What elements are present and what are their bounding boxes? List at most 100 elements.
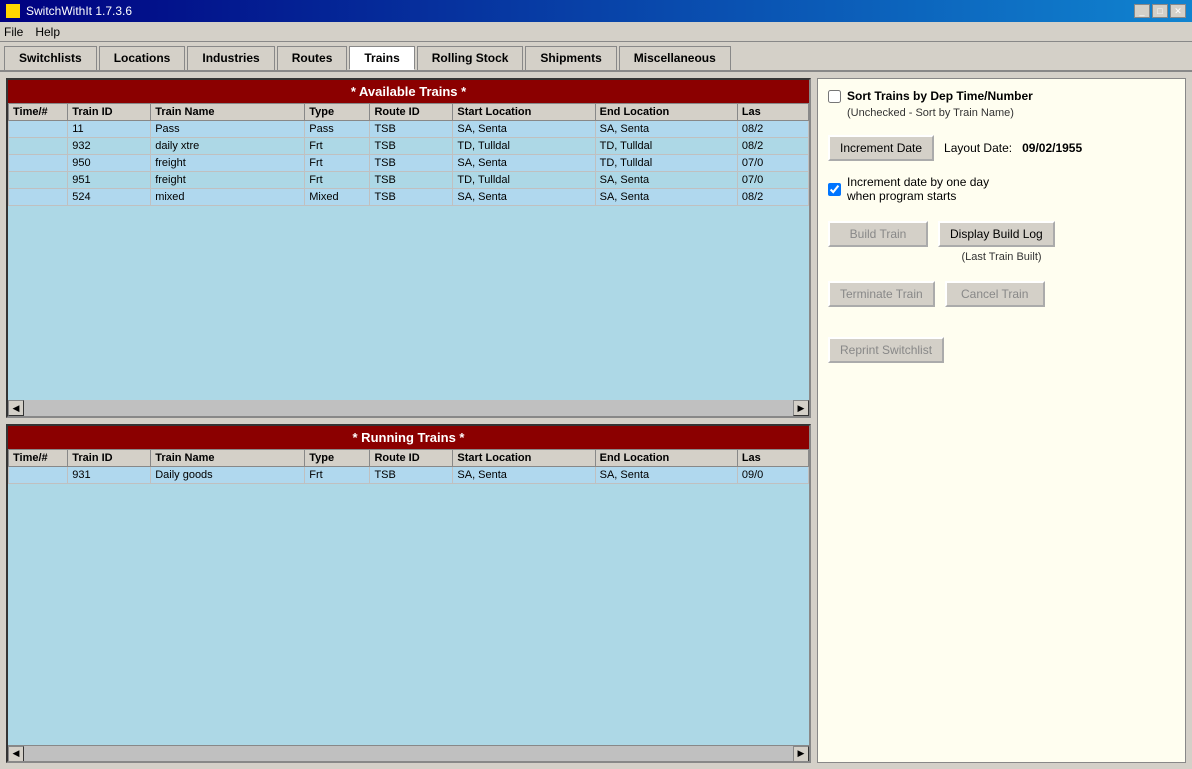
col-trainid-avail: Train ID: [68, 104, 151, 121]
avail-cell-3-0: [9, 172, 68, 189]
avail-cell-4-5: SA, Senta: [453, 189, 595, 206]
col-trainname-avail: Train Name: [151, 104, 305, 121]
tab-switchlists[interactable]: Switchlists: [4, 46, 97, 70]
available-trains-header: * Available Trains *: [8, 80, 809, 103]
scroll-right-avail[interactable]: ▶: [793, 400, 809, 416]
available-trains-table: Time/# Train ID Train Name Type Route ID…: [8, 103, 809, 206]
scroll-left-avail[interactable]: ◀: [8, 400, 24, 416]
avail-cell-0-6: SA, Senta: [595, 121, 737, 138]
avail-cell-1-1: 932: [68, 138, 151, 155]
avail-cell-1-6: TD, Tulldal: [595, 138, 737, 155]
avail-cell-2-4: TSB: [370, 155, 453, 172]
available-train-row[interactable]: 524mixedMixedTSBSA, SentaSA, Senta08/2: [9, 189, 809, 206]
avail-cell-4-4: TSB: [370, 189, 453, 206]
minimize-button[interactable]: _: [1134, 4, 1150, 18]
avail-cell-0-7: 08/2: [737, 121, 808, 138]
avail-cell-1-2: daily xtre: [151, 138, 305, 155]
scroll-right-run[interactable]: ▶: [793, 746, 809, 762]
left-panel: * Available Trains * Time/# Train ID Tra…: [6, 78, 811, 763]
tab-locations[interactable]: Locations: [99, 46, 186, 70]
run-cell-0-4: TSB: [370, 466, 453, 483]
layout-date-label: Layout Date:: [944, 141, 1012, 155]
run-cell-0-3: Frt: [305, 466, 370, 483]
avail-cell-4-7: 08/2: [737, 189, 808, 206]
running-train-row[interactable]: 931Daily goodsFrtTSBSA, SentaSA, Senta09…: [9, 466, 809, 483]
available-trains-scrollbar: ◀ ▶: [8, 400, 809, 416]
run-cell-0-2: Daily goods: [151, 466, 305, 483]
cancel-train-button[interactable]: Cancel Train: [945, 281, 1045, 307]
col-trainname-run: Train Name: [151, 449, 305, 466]
run-cell-0-6: SA, Senta: [595, 466, 737, 483]
tab-miscellaneous[interactable]: Miscellaneous: [619, 46, 731, 70]
scroll-track-run[interactable]: [24, 746, 793, 762]
col-startloc-run: Start Location: [453, 449, 595, 466]
run-cell-0-1: 931: [68, 466, 151, 483]
reprint-row: Reprint Switchlist: [828, 337, 1175, 363]
tab-shipments[interactable]: Shipments: [525, 46, 616, 70]
available-train-row[interactable]: 950freightFrtTSBSA, SentaTD, Tulldal07/0: [9, 155, 809, 172]
avail-cell-0-3: Pass: [305, 121, 370, 138]
menu-bar: File Help: [0, 22, 1192, 42]
available-trains-table-wrapper[interactable]: Time/# Train ID Train Name Type Route ID…: [8, 103, 809, 400]
build-section: Build Train Display Build Log (Last Trai…: [828, 213, 1175, 263]
avail-cell-2-3: Frt: [305, 155, 370, 172]
col-routeid-run: Route ID: [370, 449, 453, 466]
avail-cell-1-3: Frt: [305, 138, 370, 155]
build-train-button[interactable]: Build Train: [828, 221, 928, 247]
increment-row: Increment Date Layout Date: 09/02/1955: [828, 135, 1175, 161]
avail-cell-1-7: 08/2: [737, 138, 808, 155]
increment-date-button[interactable]: Increment Date: [828, 135, 934, 161]
menu-file[interactable]: File: [4, 25, 23, 39]
running-trains-table-wrapper[interactable]: Time/# Train ID Train Name Type Route ID…: [8, 449, 809, 746]
avail-cell-4-2: mixed: [151, 189, 305, 206]
avail-cell-0-5: SA, Senta: [453, 121, 595, 138]
maximize-button[interactable]: □: [1152, 4, 1168, 18]
avail-cell-3-2: freight: [151, 172, 305, 189]
tab-bar: Switchlists Locations Industries Routes …: [0, 42, 1192, 72]
run-cell-0-0: [9, 466, 68, 483]
available-train-row[interactable]: 951freightFrtTSBTD, TulldalSA, Senta07/0: [9, 172, 809, 189]
avail-cell-2-1: 950: [68, 155, 151, 172]
main-area: * Available Trains * Time/# Train ID Tra…: [0, 72, 1192, 769]
run-cell-0-5: SA, Senta: [453, 466, 595, 483]
avail-cell-0-1: 11: [68, 121, 151, 138]
avail-cell-3-6: SA, Senta: [595, 172, 737, 189]
menu-help[interactable]: Help: [35, 25, 60, 39]
avail-cell-2-0: [9, 155, 68, 172]
tab-trains[interactable]: Trains: [349, 46, 414, 70]
running-trains-header: * Running Trains *: [8, 426, 809, 449]
avail-cell-1-0: [9, 138, 68, 155]
avail-cell-3-3: Frt: [305, 172, 370, 189]
increment-day-checkbox[interactable]: [828, 183, 841, 196]
avail-cell-1-4: TSB: [370, 138, 453, 155]
available-trains-section: * Available Trains * Time/# Train ID Tra…: [6, 78, 811, 418]
sort-section: Sort Trains by Dep Time/Number (Unchecke…: [828, 89, 1175, 119]
available-train-row[interactable]: 932daily xtreFrtTSBTD, TulldalTD, Tullda…: [9, 138, 809, 155]
reprint-switchlist-button[interactable]: Reprint Switchlist: [828, 337, 944, 363]
run-cell-0-7: 09/0: [737, 466, 808, 483]
avail-cell-2-5: SA, Senta: [453, 155, 595, 172]
tab-routes[interactable]: Routes: [277, 46, 348, 70]
terminate-train-button[interactable]: Terminate Train: [828, 281, 935, 307]
running-trains-scrollbar: ◀ ▶: [8, 745, 809, 761]
scroll-left-run[interactable]: ◀: [8, 746, 24, 762]
avail-cell-1-5: TD, Tulldal: [453, 138, 595, 155]
running-trains-table: Time/# Train ID Train Name Type Route ID…: [8, 449, 809, 484]
display-build-log-button[interactable]: Display Build Log: [938, 221, 1055, 247]
avail-cell-2-7: 07/0: [737, 155, 808, 172]
avail-cell-4-3: Mixed: [305, 189, 370, 206]
tab-industries[interactable]: Industries: [187, 46, 274, 70]
tab-rolling-stock[interactable]: Rolling Stock: [417, 46, 524, 70]
col-startloc-avail: Start Location: [453, 104, 595, 121]
terminate-row: Terminate Train Cancel Train: [828, 281, 1175, 307]
available-train-row[interactable]: 11PassPassTSBSA, SentaSA, Senta08/2: [9, 121, 809, 138]
sort-checkbox[interactable]: [828, 90, 841, 103]
avail-cell-3-1: 951: [68, 172, 151, 189]
last-train-built-label: (Last Train Built): [828, 251, 1175, 263]
close-button[interactable]: ✕: [1170, 4, 1186, 18]
avail-cell-0-0: [9, 121, 68, 138]
avail-cell-3-7: 07/0: [737, 172, 808, 189]
col-endloc-avail: End Location: [595, 104, 737, 121]
scroll-track-avail[interactable]: [24, 400, 793, 416]
col-last-run: Las: [737, 449, 808, 466]
